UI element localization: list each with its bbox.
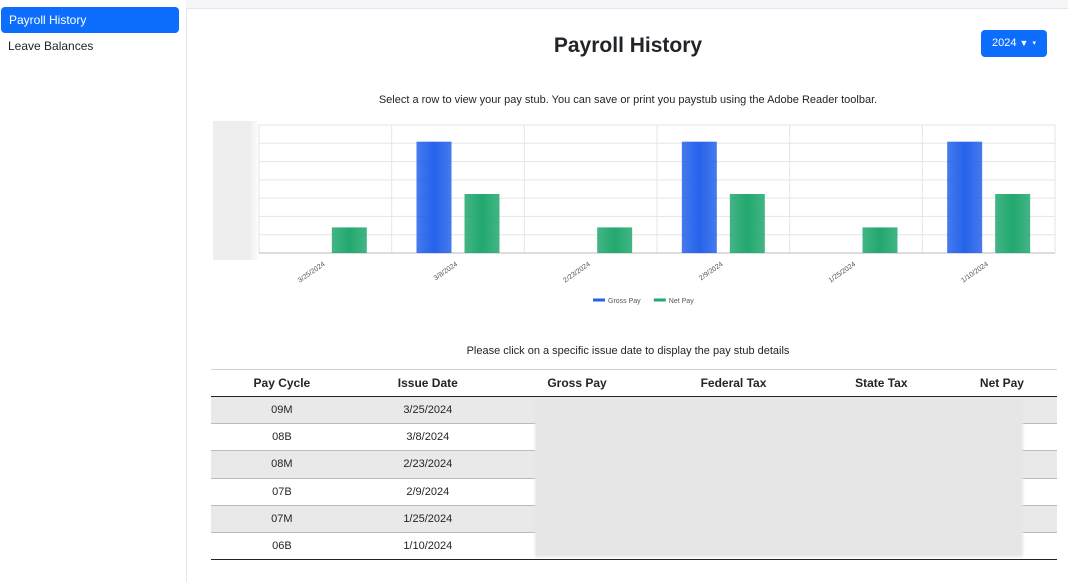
pay-chart-svg: 3/25/2024 3/8/2024 2/23/2024 2/9/2024 1/25/2…	[213, 121, 1056, 305]
pay-chart: 3/25/2024 3/8/2024 2/23/2024 2/9/2024 1/25/2…	[213, 119, 1068, 319]
cell-issue-date[interactable]: 3/25/2024	[352, 396, 503, 425]
redacted-amounts	[535, 399, 1023, 557]
bar-net-pay	[862, 227, 898, 253]
cell-pay-cycle: 07B	[211, 478, 353, 506]
bar-gross-pay	[947, 141, 983, 253]
col-gross-pay: Gross Pay	[502, 369, 652, 397]
x-tick-label: 2/9/2024	[698, 261, 724, 282]
x-tick-label: 1/10/2024	[960, 261, 990, 285]
cell-issue-date[interactable]: 1/25/2024	[352, 505, 503, 533]
cell-pay-cycle: 06B	[211, 532, 353, 561]
click-note: Please click on a specific issue date to…	[466, 345, 790, 357]
sidebar: Payroll History Leave Balances	[0, 0, 186, 582]
cell-issue-date[interactable]: 2/23/2024	[352, 450, 503, 479]
x-tick-label: 1/25/2024	[828, 261, 858, 285]
legend-label: Gross Pay	[608, 298, 641, 305]
instructions-text: Select a row to view your pay stub. You …	[378, 94, 878, 106]
bar-net-pay	[729, 194, 765, 253]
cell-pay-cycle: 07M	[211, 505, 353, 533]
filter-icon: ▼	[1019, 38, 1029, 48]
cell-pay-cycle: 09M	[211, 396, 353, 425]
y-axis-labels-redacted	[213, 121, 259, 260]
main-panel: Payroll History 2024 ▼ ▾ Select a row to v…	[186, 8, 1068, 582]
col-state-tax: State Tax	[815, 369, 947, 397]
bar-net-pay	[597, 227, 633, 253]
x-tick-label: 2/23/2024	[562, 261, 592, 285]
bar-gross-pay	[681, 141, 717, 253]
cell-issue-date[interactable]: 3/8/2024	[352, 423, 503, 452]
col-net-pay: Net Pay	[946, 369, 1057, 397]
legend-label: Net Pay	[669, 298, 694, 305]
table-header-row: Pay Cycle Issue Date Gross Pay Federal T…	[211, 369, 1057, 397]
bar-net-pay	[331, 227, 367, 253]
col-federal-tax: Federal Tax	[651, 369, 816, 397]
col-pay-cycle: Pay Cycle	[211, 369, 353, 397]
cell-issue-date[interactable]: 2/9/2024	[352, 478, 503, 506]
cell-pay-cycle: 08B	[211, 423, 353, 452]
bar-net-pay	[995, 194, 1031, 253]
x-tick-label: 3/25/2024	[297, 261, 327, 285]
bar-net-pay	[464, 194, 500, 253]
year-filter-button[interactable]: 2024 ▼ ▾	[981, 30, 1047, 57]
bar-gross-pay	[416, 141, 452, 253]
cell-issue-date[interactable]: 1/10/2024	[352, 532, 503, 561]
cell-pay-cycle: 08M	[211, 450, 353, 479]
col-issue-date: Issue Date	[352, 369, 503, 397]
caret-down-icon: ▾	[1032, 40, 1036, 47]
sidebar-item-payroll-history[interactable]: Payroll History	[1, 7, 179, 33]
year-label: 2024	[992, 37, 1017, 49]
sidebar-item-leave-balances[interactable]: Leave Balances	[0, 33, 186, 59]
page-title: Payroll History	[553, 34, 703, 57]
x-tick-label: 3/8/2024	[433, 261, 459, 282]
